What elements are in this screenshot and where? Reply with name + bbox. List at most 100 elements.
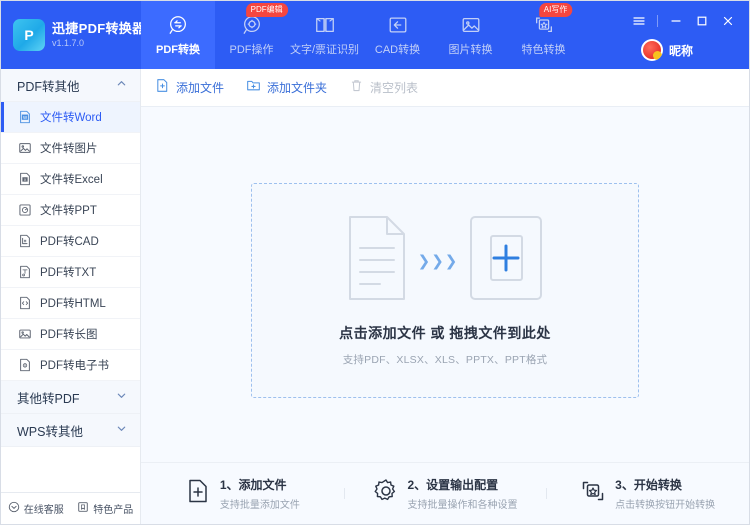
add-file-button[interactable]: 添加文件 — [155, 78, 224, 98]
nav-item-special-convert[interactable]: AI写作 特色转换 — [507, 1, 580, 69]
ppt-file-icon — [17, 203, 32, 218]
sidebar-item-file-to-image[interactable]: 文件转图片 — [1, 133, 140, 164]
sidebar-item-label: PDF转HTML — [40, 295, 106, 311]
sidebar-item-label: PDF转TXT — [40, 264, 96, 280]
sidebar: PDF转其他 W 文件转Word — [1, 69, 141, 524]
close-icon[interactable] — [715, 11, 741, 31]
svg-text:X: X — [23, 177, 26, 182]
svg-text:P: P — [24, 27, 33, 43]
add-document-icon — [468, 214, 544, 307]
add-file-icon — [155, 78, 170, 98]
app-body: PDF转其他 W 文件转Word — [1, 69, 749, 524]
txt-file-icon — [17, 265, 32, 280]
excel-file-icon: X — [17, 172, 32, 187]
file-toolbar: 添加文件 添加文件夹 — [141, 69, 749, 107]
longimage-file-icon — [17, 327, 32, 342]
toolbar-label: 添加文件夹 — [267, 79, 327, 96]
nav-item-ocr[interactable]: 文字/票证识别 — [288, 1, 361, 69]
sidebar-item-label: PDF转CAD — [40, 233, 99, 249]
headset-icon — [8, 500, 20, 518]
avatar — [641, 39, 663, 61]
step-title: 1、添加文件 — [220, 476, 300, 493]
ebook-file-icon — [17, 358, 32, 373]
app-header: P 迅捷PDF转换器 v1.1.7.0 PDF转换 — [1, 1, 749, 69]
sidebar-item-label: 文件转Excel — [40, 171, 103, 187]
arrow-icon: ❯❯❯ — [418, 252, 459, 270]
step-title: 2、设置输出配置 — [408, 476, 518, 493]
cad-icon — [387, 13, 409, 37]
sidebar-item-file-to-ppt[interactable]: 文件转PPT — [1, 195, 140, 226]
sidebar-item-label: 文件转图片 — [40, 140, 98, 156]
sidebar-scroll: PDF转其他 W 文件转Word — [1, 69, 140, 492]
user-account[interactable]: 昵称 — [641, 39, 693, 61]
steps-bar: 1、添加文件 支持批量添加文件 2、设置输出配置 支持批量操作和各种设置 — [141, 462, 749, 524]
sidebar-item-pdf-to-html[interactable]: PDF转HTML — [1, 288, 140, 319]
nav-label: 文字/票证识别 — [290, 41, 359, 57]
sidebar-item-pdf-to-txt[interactable]: PDF转TXT — [1, 257, 140, 288]
dropzone-illustration: ❯❯❯ — [346, 214, 545, 307]
sidebar-group-pdf-to-other[interactable]: PDF转其他 — [1, 69, 140, 102]
footer-label: 在线客服 — [24, 501, 64, 516]
image-icon — [460, 13, 482, 37]
cad-file-icon — [17, 234, 32, 249]
nav-item-pdf-operation[interactable]: PDF编辑 PDF操作 — [215, 1, 288, 69]
online-service-button[interactable]: 在线客服 — [8, 500, 64, 518]
sidebar-item-pdf-to-ebook[interactable]: PDF转电子书 — [1, 350, 140, 381]
footer-label: 特色产品 — [93, 501, 133, 516]
step-desc: 支持批量添加文件 — [220, 496, 300, 511]
app-logo-text: 迅捷PDF转换器 v1.1.7.0 — [52, 21, 145, 49]
step-desc: 支持批量操作和各种设置 — [408, 496, 518, 511]
chevron-down-icon — [116, 388, 127, 406]
sidebar-item-pdf-to-longimage[interactable]: PDF转长图 — [1, 319, 140, 350]
nav-label: PDF操作 — [230, 41, 274, 57]
main-stage: ❯❯❯ 点击添加文件 或 拖拽文件到此处 支持PDF、XLSX、XLS、PPTX… — [141, 107, 749, 462]
sidebar-group-wps-to-other[interactable]: WPS转其他 — [1, 414, 140, 447]
add-folder-button[interactable]: 添加文件夹 — [246, 78, 327, 98]
product-icon — [77, 500, 89, 518]
divider — [657, 15, 658, 27]
sidebar-item-pdf-to-cad[interactable]: PDF转CAD — [1, 226, 140, 257]
header-right: 昵称 — [580, 1, 749, 69]
nav-label: CAD转换 — [375, 41, 420, 57]
step-start-convert: 3、开始转换 点击转换按钮开始转换 — [546, 476, 749, 511]
app-window: P 迅捷PDF转换器 v1.1.7.0 PDF转换 — [0, 0, 750, 525]
sidebar-item-label: PDF转长图 — [40, 326, 98, 342]
nav-label: 特色转换 — [522, 41, 566, 57]
convert-icon — [167, 13, 189, 37]
chevron-up-icon — [116, 76, 127, 94]
nav-item-image-convert[interactable]: 图片转换 — [434, 1, 507, 69]
nav-badge: PDF编辑 — [246, 3, 288, 17]
add-folder-icon — [246, 78, 261, 98]
dropzone-title: 点击添加文件 或 拖拽文件到此处 — [339, 323, 551, 343]
app-logo: P 迅捷PDF转换器 v1.1.7.0 — [1, 1, 141, 69]
add-file-icon — [185, 478, 211, 509]
sidebar-group-other-to-pdf[interactable]: 其他转PDF — [1, 381, 140, 414]
image-file-icon — [17, 141, 32, 156]
step-add-file: 1、添加文件 支持批量添加文件 — [141, 476, 344, 511]
step-title: 3、开始转换 — [615, 476, 715, 493]
main-content: 添加文件 添加文件夹 — [141, 69, 749, 524]
file-dropzone[interactable]: ❯❯❯ 点击添加文件 或 拖拽文件到此处 支持PDF、XLSX、XLS、PPTX… — [251, 183, 639, 398]
gear-icon — [373, 478, 399, 509]
word-file-icon: W — [17, 110, 32, 125]
sidebar-item-file-to-excel[interactable]: X 文件转Excel — [1, 164, 140, 195]
app-logo-icon: P — [13, 19, 45, 51]
menu-icon[interactable] — [626, 11, 652, 31]
clear-list-button[interactable]: 清空列表 — [349, 78, 418, 98]
minimize-icon[interactable] — [663, 11, 689, 31]
window-controls — [626, 11, 741, 31]
sidebar-item-file-to-word[interactable]: W 文件转Word — [1, 102, 140, 133]
nav-label: PDF转换 — [156, 41, 200, 57]
convert-start-icon — [580, 478, 606, 509]
featured-products-button[interactable]: 特色产品 — [77, 500, 133, 518]
nav-item-cad-convert[interactable]: CAD转换 — [361, 1, 434, 69]
sidebar-item-label: 文件转PPT — [40, 202, 97, 218]
html-file-icon — [17, 296, 32, 311]
sidebar-footer: 在线客服 特色产品 — [1, 492, 140, 524]
nav-item-pdf-convert[interactable]: PDF转换 — [141, 1, 215, 69]
dropzone-subtitle: 支持PDF、XLSX、XLS、PPTX、PPT格式 — [343, 352, 548, 367]
sidebar-group-label: WPS转其他 — [17, 421, 83, 440]
sidebar-group-label: PDF转其他 — [17, 76, 80, 95]
sidebar-item-label: 文件转Word — [40, 109, 102, 125]
maximize-icon[interactable] — [689, 11, 715, 31]
